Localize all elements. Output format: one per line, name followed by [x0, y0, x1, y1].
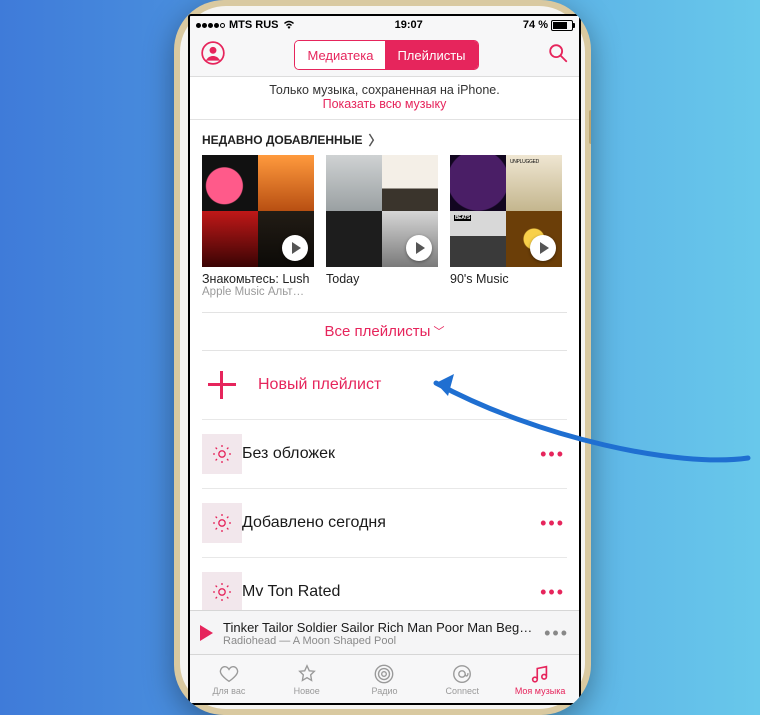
recently-added-label: НЕДАВНО ДОБАВЛЕННЫЕ	[202, 133, 362, 147]
playlist-row[interactable]: Без обложек •••	[202, 420, 567, 489]
star-icon	[296, 663, 318, 685]
more-icon[interactable]: •••	[538, 444, 567, 465]
signal-strength-icon	[196, 23, 225, 28]
at-icon	[451, 663, 473, 685]
play-button-icon[interactable]	[200, 625, 213, 641]
new-playlist-label: Новый плейлист	[258, 376, 567, 394]
play-icon[interactable]	[282, 235, 308, 261]
tab-new[interactable]: Новое	[268, 655, 346, 703]
playlist-artwork	[202, 155, 314, 267]
playlist-art-placeholder	[202, 503, 242, 543]
plus-icon	[202, 365, 242, 405]
wifi-icon	[283, 19, 295, 32]
tab-connect[interactable]: Connect	[423, 655, 501, 703]
heart-icon	[218, 663, 240, 685]
tab-radio[interactable]: Радио	[346, 655, 424, 703]
recently-added-row[interactable]: Знакомьтесь: Lush Apple Music Альт… Toda…	[190, 155, 579, 306]
now-playing-subtitle: Radiohead — A Moon Shaped Pool	[223, 635, 534, 647]
tab-playlists[interactable]: Плейлисты	[385, 41, 477, 69]
now-playing-bar[interactable]: Tinker Tailor Soldier Sailor Rich Man Po…	[190, 610, 579, 655]
account-icon[interactable]	[200, 40, 226, 71]
phone-side-button	[589, 110, 591, 144]
play-icon[interactable]	[406, 235, 432, 261]
carrier-label: MTS RUS	[229, 19, 279, 31]
clock: 19:07	[295, 19, 523, 31]
playlist-artwork	[326, 155, 438, 267]
offline-banner: Только музыка, сохраненная на iPhone. По…	[190, 77, 579, 120]
gear-icon	[210, 511, 234, 535]
playlist-list: Новый плейлист Без обложек ••• Добавлено…	[190, 351, 579, 626]
more-icon[interactable]: •••	[538, 513, 567, 534]
new-playlist-row[interactable]: Новый плейлист	[202, 351, 567, 420]
battery-icon	[551, 20, 573, 31]
tab-label: Для вас	[212, 686, 245, 696]
recently-added-item[interactable]: Today	[326, 155, 438, 298]
all-playlists-dropdown[interactable]: Все плейлисты﹀	[202, 312, 567, 351]
playlist-name: Без обложек	[242, 445, 538, 463]
gear-icon	[210, 442, 234, 466]
playlist-artwork	[450, 155, 562, 267]
playlist-title: Today	[326, 272, 438, 286]
chevron-right-icon: 〉	[368, 130, 381, 149]
status-bar: MTS RUS 19:07 74 %	[190, 16, 579, 34]
play-icon[interactable]	[530, 235, 556, 261]
tab-my-music[interactable]: Моя музыка	[501, 655, 579, 703]
tab-label: Новое	[294, 686, 320, 696]
screen: MTS RUS 19:07 74 % Медиате	[188, 14, 581, 705]
music-icon	[529, 663, 551, 685]
playlist-art-placeholder	[202, 434, 242, 474]
banner-text: Только музыка, сохраненная на iPhone.	[200, 83, 569, 97]
chevron-down-icon: ﹀	[433, 326, 444, 338]
now-playing-title: Tinker Tailor Soldier Sailor Rich Man Po…	[223, 620, 534, 635]
gear-icon	[210, 580, 234, 604]
recently-added-item[interactable]: Знакомьтесь: Lush Apple Music Альт…	[202, 155, 314, 298]
tab-for-you[interactable]: Для вас	[190, 655, 268, 703]
library-playlist-segment: Медиатека Плейлисты	[234, 40, 539, 70]
recently-added-item[interactable]: 90's Music	[450, 155, 562, 298]
search-icon[interactable]	[547, 42, 569, 69]
phone-frame: MTS RUS 19:07 74 % Медиате	[174, 0, 591, 715]
show-all-music-link[interactable]: Показать всю музыку	[200, 97, 569, 111]
playlist-title: 90's Music	[450, 272, 562, 286]
playlist-subtitle: Apple Music Альт…	[202, 286, 314, 298]
more-icon[interactable]: •••	[538, 582, 567, 603]
bottom-tab-bar: Для вас Новое Радио Connect Моя музыка	[190, 654, 579, 703]
battery-percent: 74 %	[523, 19, 548, 31]
playlist-title: Знакомьтесь: Lush	[202, 272, 314, 286]
top-nav: Медиатека Плейлисты	[190, 34, 579, 77]
radio-icon	[373, 663, 395, 685]
playlist-name: Добавлено сегодня	[242, 514, 538, 532]
all-playlists-label: Все плейлисты	[325, 323, 431, 340]
recently-added-header[interactable]: НЕДАВНО ДОБАВЛЕННЫЕ 〉	[190, 120, 579, 155]
playlist-name: Mv Ton Rated	[242, 583, 538, 601]
more-icon[interactable]: •••	[544, 623, 569, 644]
playlist-art-placeholder	[202, 572, 242, 612]
tab-label: Connect	[446, 686, 480, 696]
playlist-row[interactable]: Добавлено сегодня •••	[202, 489, 567, 558]
tab-library[interactable]: Медиатека	[295, 41, 385, 69]
tab-label: Моя музыка	[515, 686, 566, 696]
tab-label: Радио	[371, 686, 397, 696]
